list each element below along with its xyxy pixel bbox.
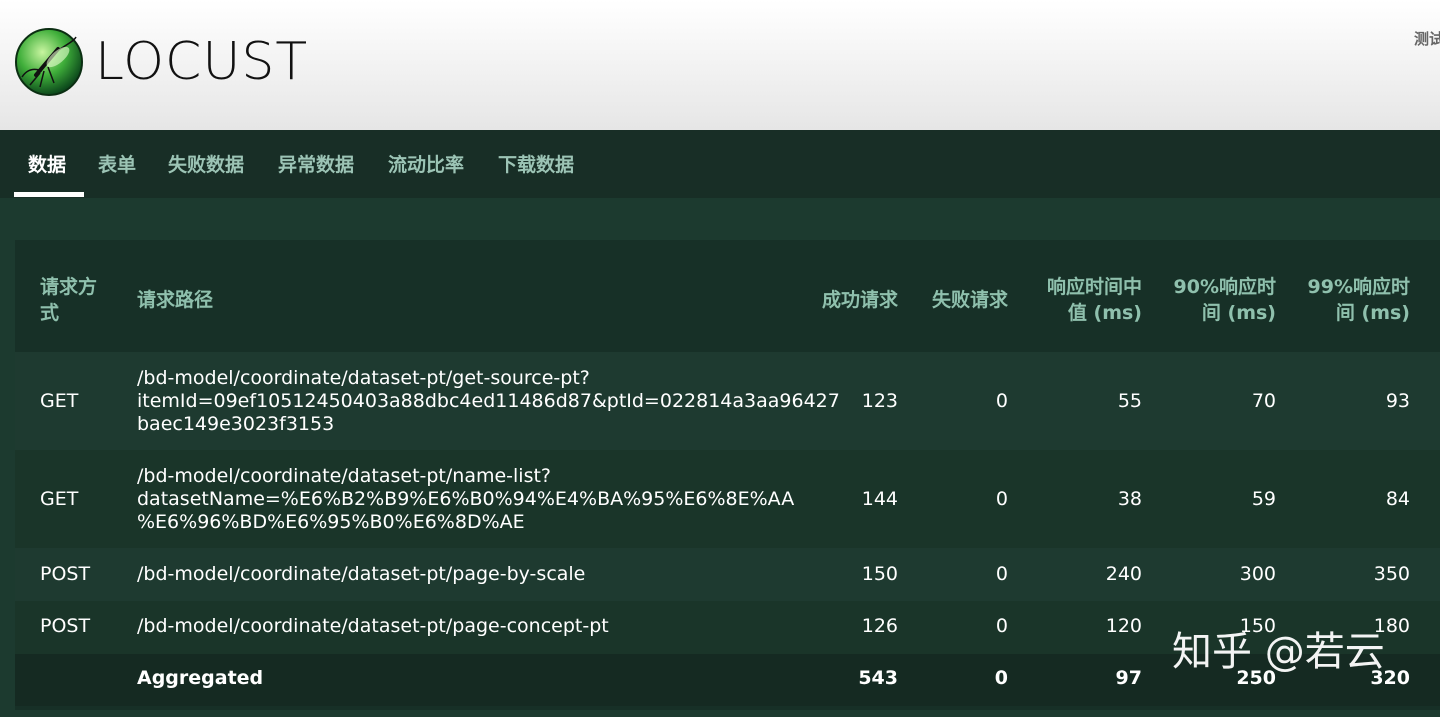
aggregate-success: 543 <box>858 667 898 689</box>
row-path: /bd-model/coordinate/dataset-pt/get-sour… <box>137 367 840 435</box>
row-success: 126 <box>861 615 898 637</box>
row-success: 150 <box>861 563 898 585</box>
row-method: POST <box>40 615 91 637</box>
aggregate-median: 97 <box>1115 667 1142 689</box>
tab-exceptions[interactable]: 异常数据 <box>278 150 354 180</box>
row-method: GET <box>40 488 79 510</box>
header-fail[interactable]: 失败请求 <box>908 287 1008 313</box>
header-success[interactable]: 成功请求 <box>798 287 898 313</box>
row-fail: 0 <box>995 390 1008 412</box>
row-p99: 84 <box>1385 488 1410 510</box>
row-p99: 350 <box>1373 563 1410 585</box>
aggregate-fail: 0 <box>994 667 1008 689</box>
row-median: 240 <box>1105 563 1142 585</box>
row-median: 38 <box>1117 488 1142 510</box>
host-label: 测试 <box>1414 30 1440 48</box>
row-success: 144 <box>861 488 898 510</box>
row-success: 123 <box>861 390 898 412</box>
header-p90[interactable]: 90%响应时 间 (ms) <box>1156 274 1276 326</box>
row-path: /bd-model/coordinate/dataset-pt/page-con… <box>137 615 609 637</box>
header-p99[interactable]: 99%响应时 间 (ms) <box>1290 274 1410 326</box>
active-tab-indicator <box>14 192 84 197</box>
row-path: /bd-model/coordinate/dataset-pt/name-lis… <box>137 465 795 533</box>
header-median[interactable]: 响应时间中 值 (ms) <box>1022 274 1142 326</box>
row-median: 120 <box>1105 615 1142 637</box>
aggregate-label: Aggregated <box>137 667 264 689</box>
row-p90: 70 <box>1251 390 1276 412</box>
watermark: 知乎 @若云 <box>1172 629 1385 675</box>
row-median: 55 <box>1117 390 1142 412</box>
tab-stats[interactable]: 数据 <box>28 150 66 180</box>
row-method: GET <box>40 390 79 412</box>
row-p90: 59 <box>1251 488 1276 510</box>
app-header: LOCUST 测试 <box>0 0 1440 130</box>
locust-logo-icon <box>15 28 83 96</box>
row-method: POST <box>40 563 91 585</box>
row-fail: 0 <box>995 488 1008 510</box>
row-fail: 0 <box>995 615 1008 637</box>
tab-download[interactable]: 下载数据 <box>498 150 574 180</box>
tab-failures[interactable]: 失败数据 <box>168 150 244 180</box>
row-path: /bd-model/coordinate/dataset-pt/page-by-… <box>137 563 586 585</box>
tab-charts[interactable]: 表单 <box>98 150 136 180</box>
row-fail: 0 <box>995 563 1008 585</box>
header-method[interactable]: 请求方 式 <box>40 274 97 326</box>
logo-text: LOCUST <box>95 32 309 92</box>
tab-ratio[interactable]: 流动比率 <box>388 150 464 180</box>
header-path[interactable]: 请求路径 <box>137 287 213 313</box>
row-p99: 93 <box>1385 390 1410 412</box>
row-p90: 300 <box>1239 563 1276 585</box>
